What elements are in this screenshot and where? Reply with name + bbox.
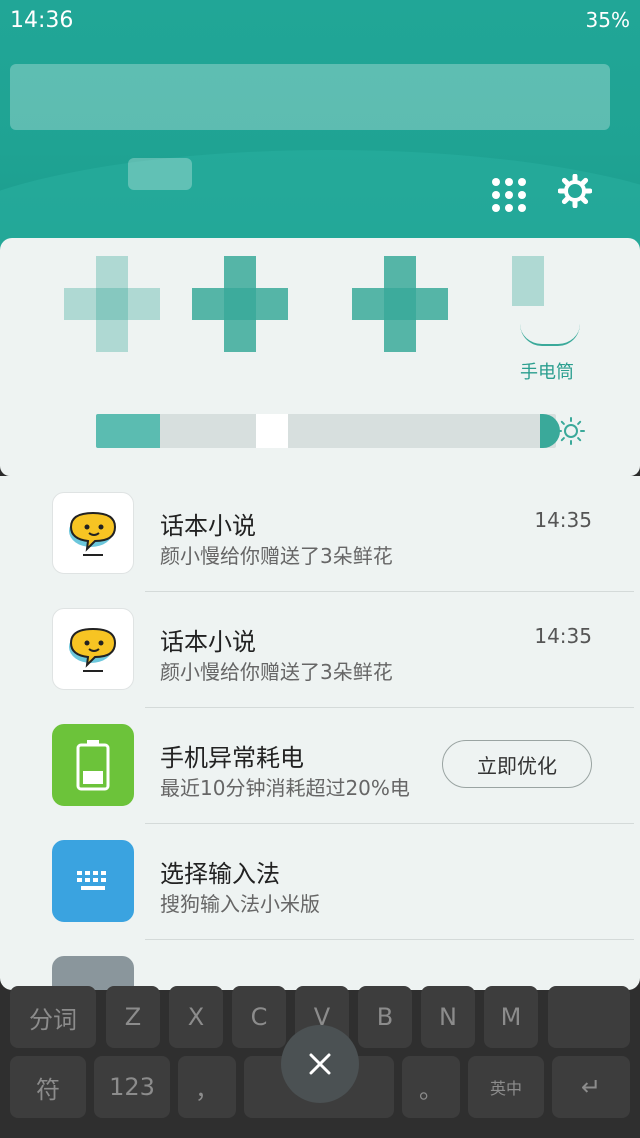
notification-title: 选择输入法 bbox=[160, 860, 280, 888]
toggle-wifi[interactable] bbox=[64, 256, 160, 352]
key-period[interactable]: 。 bbox=[402, 1056, 460, 1118]
notification-list: 话本小说 颜小慢给你赠送了3朵鲜花 14:35 话本小说 颜小慢给你赠送了3朵鲜… bbox=[0, 476, 640, 990]
app-icon bbox=[52, 956, 134, 990]
notification-text: 搜狗输入法小米版 bbox=[160, 892, 320, 916]
chat-bubble-face-icon bbox=[52, 608, 134, 690]
brightness-slider[interactable] bbox=[96, 414, 556, 448]
key-comma[interactable]: ， bbox=[178, 1056, 236, 1118]
notification-item[interactable]: 话本小说 颜小慢给你赠送了3朵鲜花 14:35 bbox=[0, 476, 640, 592]
flashlight-label: 手电筒 bbox=[520, 362, 574, 383]
key-m[interactable]: M bbox=[484, 986, 538, 1048]
key-fenci[interactable]: 分词 bbox=[10, 986, 96, 1048]
key-x[interactable]: X bbox=[169, 986, 223, 1048]
status-time: 14:36 bbox=[10, 8, 74, 33]
status-battery: 35% bbox=[585, 8, 630, 32]
close-shade-button[interactable] bbox=[281, 1025, 359, 1103]
notification-time: 14:35 bbox=[534, 624, 592, 648]
optimize-button[interactable]: 立即优化 bbox=[442, 740, 592, 788]
notification-item-partial[interactable] bbox=[0, 940, 640, 990]
brightness-sun-icon bbox=[557, 417, 585, 445]
notification-shade-header: 14:36 35% bbox=[0, 0, 640, 250]
key-n[interactable]: N bbox=[421, 986, 475, 1048]
notification-text: 颜小慢给你赠送了3朵鲜花 bbox=[160, 544, 393, 568]
notification-title: 手机异常耗电 bbox=[160, 744, 304, 772]
notification-item[interactable]: 选择输入法 搜狗输入法小米版 bbox=[0, 824, 640, 940]
key-c[interactable]: C bbox=[232, 986, 286, 1048]
landscape-background bbox=[0, 150, 640, 250]
notification-text: 颜小慢给你赠送了3朵鲜花 bbox=[160, 660, 393, 684]
key-backspace[interactable] bbox=[548, 986, 630, 1048]
notification-item[interactable]: 话本小说 颜小慢给你赠送了3朵鲜花 14:35 bbox=[0, 592, 640, 708]
apps-grid-icon[interactable] bbox=[488, 174, 530, 216]
key-123[interactable]: 123 bbox=[94, 1056, 170, 1118]
quick-settings-panel: 手电筒 bbox=[0, 238, 640, 476]
notification-item[interactable]: 手机异常耗电 最近10分钟消耗超过20%电 立即优化 bbox=[0, 708, 640, 824]
key-z[interactable]: Z bbox=[106, 986, 160, 1048]
gear-icon[interactable] bbox=[558, 174, 592, 208]
key-symbols[interactable]: 符 bbox=[10, 1056, 86, 1118]
blurred-date-area bbox=[10, 64, 610, 130]
toggle-data[interactable] bbox=[192, 256, 288, 352]
toggle-bluetooth[interactable] bbox=[352, 256, 448, 352]
notification-title: 话本小说 bbox=[160, 628, 256, 656]
chat-bubble-face-icon bbox=[52, 492, 134, 574]
blurred-info bbox=[128, 158, 192, 190]
close-icon bbox=[309, 1053, 331, 1075]
key-lang[interactable]: 英中 bbox=[468, 1056, 544, 1118]
notification-text: 最近10分钟消耗超过20%电 bbox=[160, 776, 410, 800]
keyboard-icon bbox=[52, 840, 134, 922]
brightness-slider-thumb[interactable] bbox=[256, 414, 288, 448]
notification-time: 14:35 bbox=[534, 508, 592, 532]
key-enter[interactable]: ↵ bbox=[552, 1056, 630, 1118]
notification-title: 话本小说 bbox=[160, 512, 256, 540]
battery-icon bbox=[52, 724, 134, 806]
key-b[interactable]: B bbox=[358, 986, 412, 1048]
